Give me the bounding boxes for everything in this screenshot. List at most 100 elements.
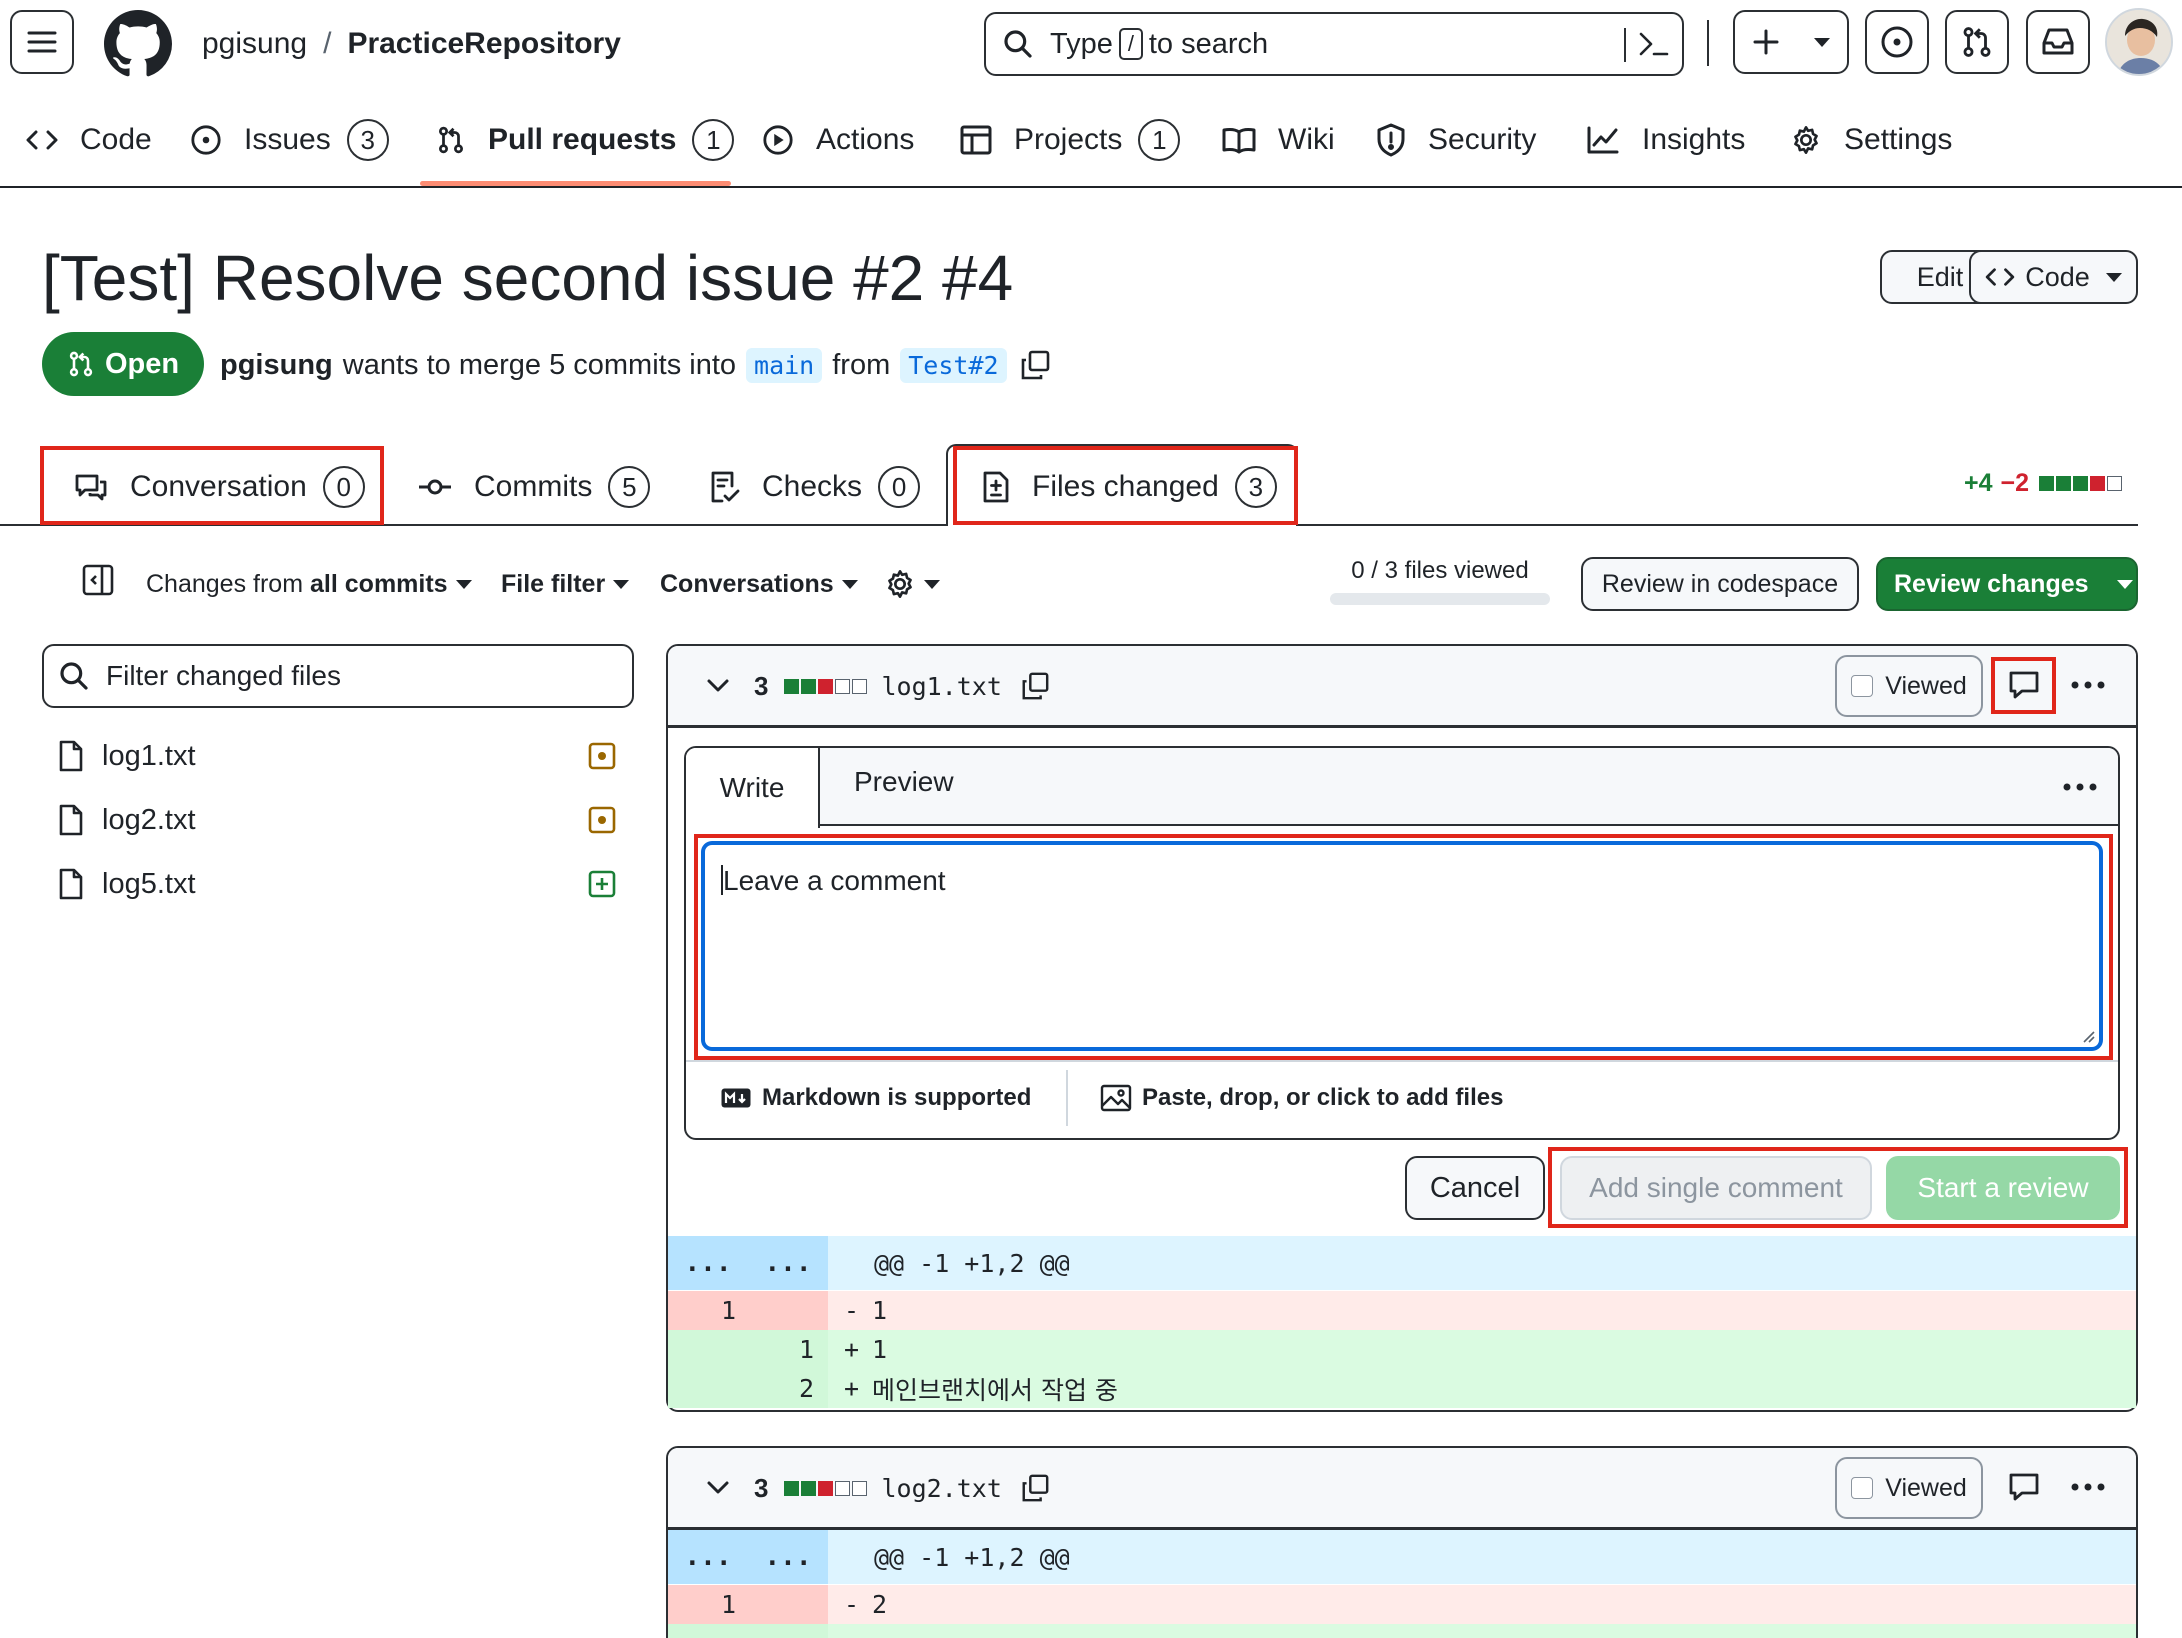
file-tree-item[interactable]: log5.txt xyxy=(58,864,196,904)
repo-owner-link[interactable]: pgisung xyxy=(202,27,307,61)
review-in-codespace-button[interactable]: Review in codespace xyxy=(1581,557,1859,611)
diff-line-deletion[interactable]: 1 - 1 xyxy=(668,1291,2136,1330)
chevron-down-icon[interactable] xyxy=(706,1480,730,1496)
kebab-horizontal-icon[interactable] xyxy=(2070,1482,2106,1492)
pull-requests-button[interactable] xyxy=(1945,10,2009,74)
search-icon xyxy=(1004,30,1032,58)
diff-settings-dropdown[interactable] xyxy=(884,565,940,603)
markdown-note[interactable]: Markdown is supported xyxy=(720,1078,1031,1118)
tab-commits[interactable]: Commits 5 xyxy=(418,447,651,527)
file-name[interactable]: log2.txt xyxy=(881,1474,1001,1503)
nav-pull-requests[interactable]: Pull requests 1 xyxy=(436,117,735,163)
viewed-checkbox-button[interactable]: Viewed xyxy=(1835,655,1983,717)
hunk-header[interactable]: ...... @@ -1 +1,2 @@ xyxy=(668,1530,2136,1584)
tab-files-changed[interactable]: Files changed 3 xyxy=(982,447,1277,527)
viewed-checkbox-button[interactable]: Viewed xyxy=(1835,1457,1983,1519)
expand-down-button[interactable]: ... xyxy=(765,1248,812,1278)
comment-textarea[interactable]: Leave a comment xyxy=(702,842,2102,1050)
kebab-horizontal-icon[interactable] xyxy=(2062,782,2098,792)
expand-up-button[interactable]: ... xyxy=(685,1542,732,1572)
copy-icon[interactable] xyxy=(1020,1473,1050,1503)
pr-author[interactable]: pgisung xyxy=(220,349,333,382)
nav-security[interactable]: Security xyxy=(1376,117,1536,163)
diff-line-deletion[interactable]: 1 - 2 xyxy=(668,1585,2136,1624)
git-pull-request-icon xyxy=(69,351,93,377)
expand-up-button[interactable]: ... xyxy=(685,1248,732,1278)
file2-header-row: 3 log2.txt xyxy=(706,1466,1050,1510)
github-logo-icon[interactable] xyxy=(104,10,172,78)
resize-handle-icon[interactable] xyxy=(2081,1029,2095,1043)
copy-icon[interactable] xyxy=(1019,349,1051,381)
comment-icon[interactable] xyxy=(2007,1471,2041,1503)
file-tree-item[interactable]: log1.txt xyxy=(58,736,196,776)
tab-conversation[interactable]: Conversation 0 xyxy=(74,447,365,527)
nav-code[interactable]: Code xyxy=(26,117,152,163)
add-single-comment-button[interactable]: Add single comment xyxy=(1560,1156,1872,1220)
chevron-down-icon xyxy=(2105,272,2122,282)
sidebar-toggle-icon[interactable] xyxy=(81,563,115,597)
diff-line-addition[interactable] xyxy=(668,1624,2136,1638)
tab-preview[interactable]: Preview xyxy=(854,766,954,798)
file-name[interactable]: log1.txt xyxy=(881,672,1001,701)
expand-down-button[interactable]: ... xyxy=(765,1542,812,1572)
diff-line-addition[interactable]: 2 + 메인브랜치에서 작업 중 xyxy=(668,1369,2136,1408)
nav-settings[interactable]: Settings xyxy=(1790,117,1952,163)
diff-line-addition[interactable]: 1 + 1 xyxy=(668,1330,2136,1369)
filter-files-input[interactable]: Filter changed files xyxy=(42,644,634,708)
search-prompt-rest: to search xyxy=(1148,27,1269,60)
tab-write[interactable]: Write xyxy=(686,748,820,828)
nav-projects[interactable]: Projects 1 xyxy=(960,117,1181,163)
commits-count: 5 xyxy=(608,466,651,508)
head-branch[interactable]: Test#2 xyxy=(900,347,1007,383)
nav-issues[interactable]: Issues 3 xyxy=(190,117,389,163)
issue-opened-icon xyxy=(191,125,221,155)
tab-checks[interactable]: Checks 0 xyxy=(710,447,921,527)
graph-icon xyxy=(1587,126,1619,154)
create-new-button[interactable] xyxy=(1733,10,1849,74)
attach-files-note[interactable]: Paste, drop, or click to add files xyxy=(1100,1078,1503,1118)
kebab-horizontal-icon[interactable] xyxy=(2070,680,2106,690)
conversations-dropdown[interactable]: Conversations xyxy=(660,565,858,603)
hunk-header[interactable]: ...... @@ -1 +1,2 @@ xyxy=(668,1236,2136,1290)
file-filter-dropdown[interactable]: File filter xyxy=(501,565,630,603)
command-palette-icon[interactable] xyxy=(1638,30,1670,58)
copy-icon[interactable] xyxy=(1020,671,1050,701)
nav-actions[interactable]: Actions xyxy=(762,117,914,163)
checks-count: 0 xyxy=(878,466,921,508)
markdown-icon xyxy=(721,1088,751,1108)
repo-name-link[interactable]: PracticeRepository xyxy=(347,27,620,61)
pull-requests-count: 1 xyxy=(692,119,735,161)
file-tree-item[interactable]: log2.txt xyxy=(58,800,196,840)
search-box[interactable]: Type / to search xyxy=(984,12,1684,76)
file-added-icon xyxy=(588,870,616,898)
file-icon xyxy=(59,868,83,900)
review-changes-button[interactable]: Review changes xyxy=(1876,557,2138,611)
file-diff-icon xyxy=(983,471,1009,503)
git-pull-request-icon xyxy=(1963,27,1991,57)
file-modified-icon xyxy=(588,806,616,834)
base-branch[interactable]: main xyxy=(746,347,823,383)
play-icon xyxy=(763,125,793,155)
menu-button[interactable] xyxy=(10,10,74,74)
cancel-button[interactable]: Cancel xyxy=(1405,1156,1545,1220)
comment-icon[interactable] xyxy=(2007,669,2041,701)
avatar[interactable] xyxy=(2105,8,2173,76)
checkbox[interactable] xyxy=(1851,675,1874,697)
issues-count: 3 xyxy=(346,119,389,161)
nav-insights[interactable]: Insights xyxy=(1586,117,1745,163)
search-shortcut-key: / xyxy=(1118,28,1143,60)
git-pull-request-icon xyxy=(439,126,463,154)
nav-wiki[interactable]: Wiki xyxy=(1222,117,1335,163)
file-icon xyxy=(59,740,83,772)
code-icon xyxy=(26,130,58,150)
checkbox[interactable] xyxy=(1851,1477,1874,1499)
inbox-button[interactable] xyxy=(2026,10,2090,74)
changes-from-dropdown[interactable]: Changes from all commits xyxy=(146,565,472,603)
issues-button[interactable] xyxy=(1865,10,1929,74)
chevron-down-icon[interactable] xyxy=(706,678,730,694)
gear-icon xyxy=(888,570,912,598)
chevron-down-icon xyxy=(1814,37,1830,47)
table-icon xyxy=(960,125,992,155)
start-review-button[interactable]: Start a review xyxy=(1886,1156,2120,1220)
code-dropdown-button[interactable]: Code xyxy=(1969,250,2138,304)
